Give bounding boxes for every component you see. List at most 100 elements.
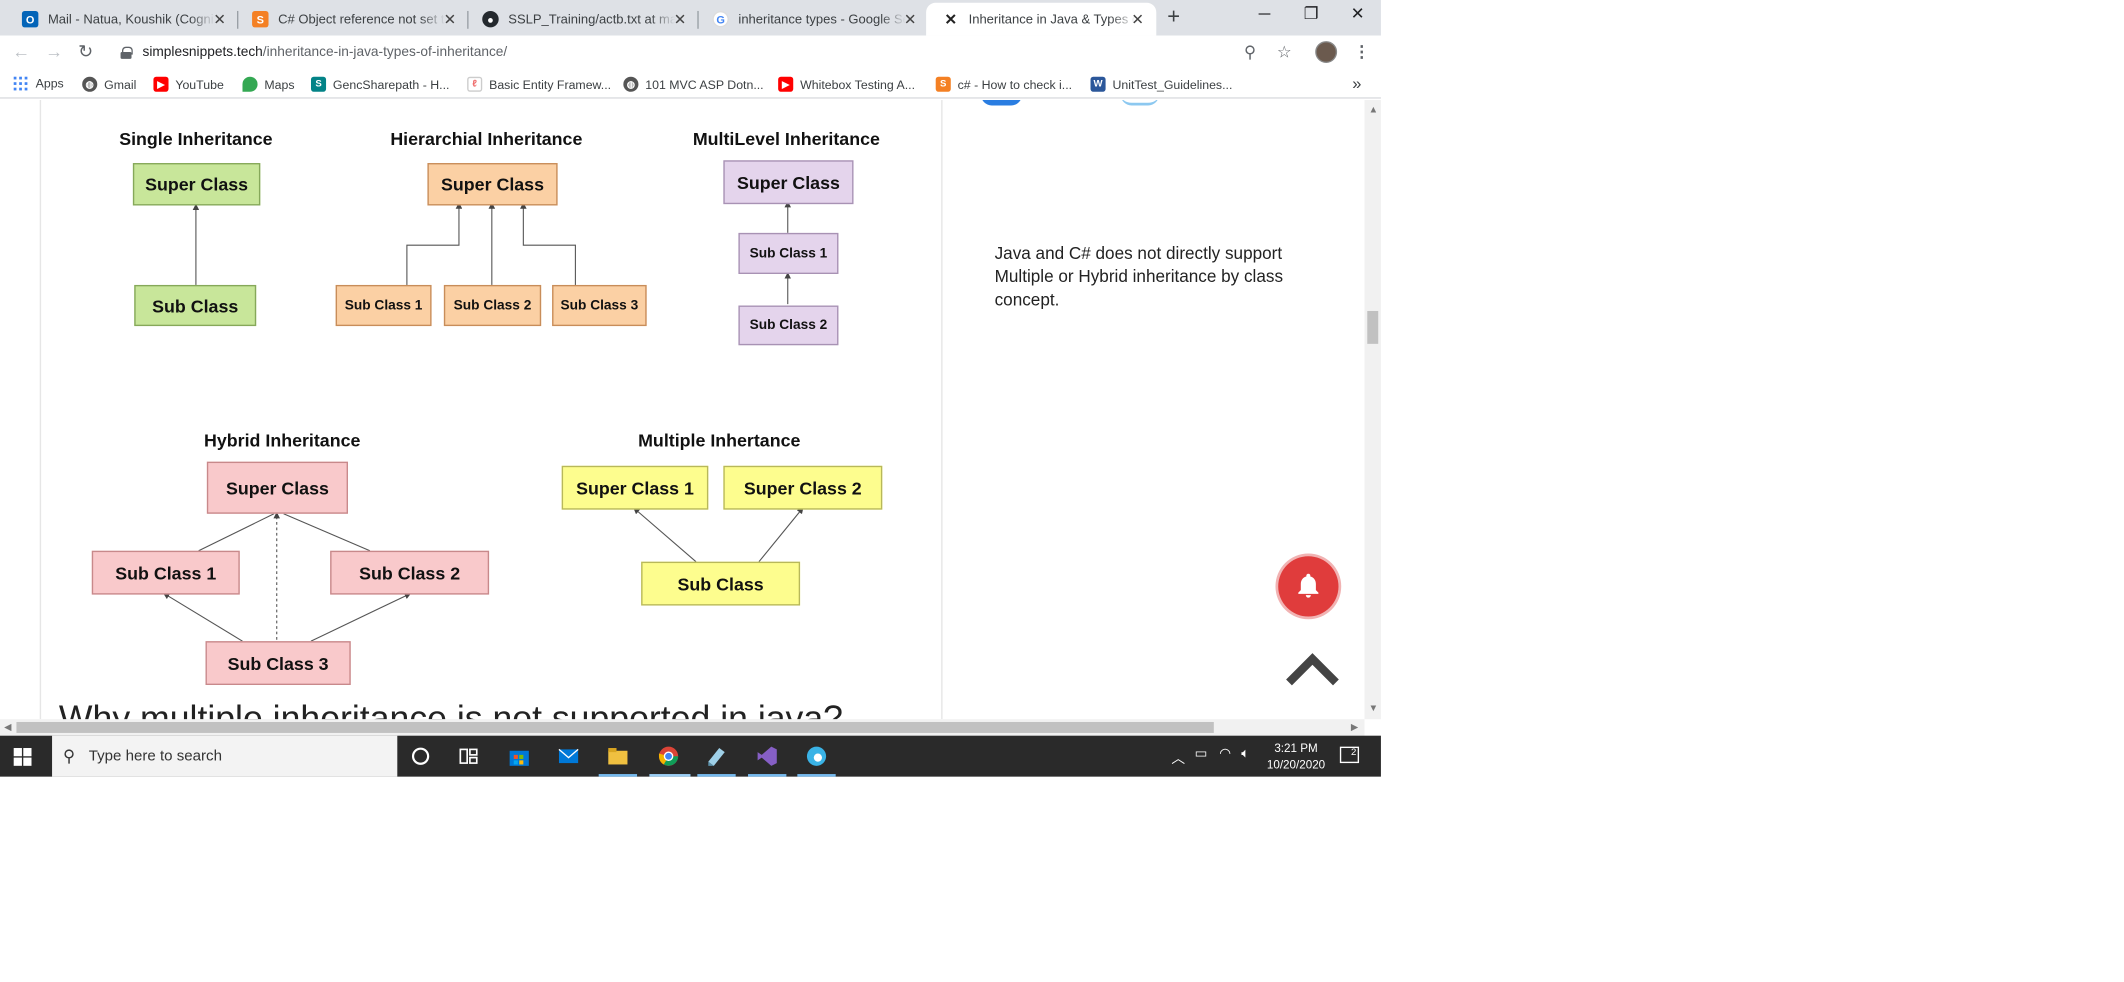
tab-github[interactable]: ● SSLP_Training/actb.txt at master ✕ (466, 3, 699, 36)
visual-studio-icon[interactable] (756, 745, 778, 767)
window-close-icon[interactable]: ✕ (1344, 4, 1371, 23)
site-icon: ℓ (467, 76, 483, 92)
bookmark-entity-framework[interactable]: ℓ Basic Entity Framew... (467, 76, 611, 92)
profile-avatar[interactable] (1315, 41, 1338, 64)
clock-time: 3:21 PM (1274, 741, 1318, 755)
task-view-icon[interactable] (458, 745, 480, 767)
store-icon[interactable] (508, 745, 530, 767)
tab-title: C# Object reference not set to (278, 11, 446, 27)
minimize-icon[interactable]: ─ (1251, 4, 1278, 23)
zoom-icon[interactable]: ⚲ (1244, 42, 1256, 61)
horizontal-scrollbar[interactable]: ◀ ▶ (0, 719, 1365, 736)
windows-start-icon[interactable] (13, 748, 32, 766)
scroll-down-arrow-icon[interactable]: ▼ (1369, 704, 1379, 714)
clock-date: 10/20/2020 (1266, 757, 1326, 772)
scroll-right-arrow-icon[interactable]: ▶ (1351, 722, 1358, 733)
inheritance-note: Java and C# does not directly support Mu… (994, 243, 1284, 310)
back-icon[interactable]: ← (12, 41, 30, 62)
bookmarks-bar: Apps ◍ Gmail ▶ YouTube Maps S GencSharep… (0, 71, 1381, 99)
show-hidden-icons-icon[interactable]: ︿ (1171, 747, 1185, 767)
notification-bell-button[interactable] (1278, 556, 1339, 617)
battery-icon[interactable]: ▭ (1195, 747, 1208, 762)
tab-stackoverflow[interactable]: S C# Object reference not set to ✕ (236, 3, 469, 36)
vertical-scroll-thumb[interactable] (1367, 310, 1379, 344)
restore-icon[interactable]: ❐ (1297, 4, 1324, 23)
close-icon[interactable]: ✕ (1131, 11, 1144, 29)
address-bar[interactable]: simplesnippets.tech/inheritance-in-java-… (109, 38, 1302, 68)
google-icon: G (712, 10, 729, 28)
windows-taskbar: ⚲ Type here to search ︿ ▭ ◠ 🔈︎ 3:21 PM 1… (0, 735, 1381, 777)
menu-icon[interactable]: ⋮ (1354, 42, 1370, 61)
bookmark-whitebox[interactable]: ▶ Whitebox Testing A... (778, 76, 915, 92)
taskbar-search-box[interactable]: ⚲ Type here to search (52, 735, 398, 777)
tab-inheritance-active[interactable]: ✕ Inheritance in Java & Types of ✕ (926, 2, 1157, 36)
tab-google[interactable]: G inheritance types - Google Search ✕ (696, 3, 929, 36)
bookmark-star-icon[interactable]: ☆ (1277, 42, 1292, 61)
multilevel-inheritance-title: MultiLevel Inheritance (692, 128, 880, 150)
bookmark-gmail[interactable]: ◍ Gmail (82, 76, 136, 92)
bookmark-unittest[interactable]: W UnitTest_Guidelines... (1090, 76, 1232, 92)
close-icon[interactable]: ✕ (444, 11, 457, 29)
single-inheritance-title: Single Inheritance (119, 128, 273, 150)
tab-title: SSLP_Training/actb.txt at master (508, 11, 675, 27)
forward-icon[interactable]: → (45, 41, 63, 62)
mail-icon[interactable] (558, 745, 580, 767)
tab-mail[interactable]: O Mail - Natua, Koushik (Cognizant) ✕ (5, 3, 239, 36)
multiple-super-class-2-box: Super Class 2 (723, 465, 883, 510)
bell-icon (1298, 573, 1319, 598)
hierarchical-super-class-box: Super Class (427, 163, 558, 206)
github-icon: ● (482, 10, 499, 28)
new-tab-button[interactable]: + (1167, 5, 1180, 30)
vertical-scrollbar[interactable]: ▲ ▼ (1364, 100, 1381, 720)
cortana-icon[interactable] (410, 745, 432, 767)
reload-icon[interactable]: ↻ (78, 41, 93, 63)
hierarchical-inheritance-title: Hierarchial Inheritance (390, 128, 583, 150)
chrome-icon[interactable] (658, 745, 680, 767)
action-center-icon[interactable]: 2 (1339, 746, 1360, 764)
scroll-up-arrow-icon[interactable]: ▲ (1369, 105, 1379, 115)
network-icon[interactable]: ◠ (1219, 747, 1231, 762)
more-bookmarks-icon[interactable]: » (1352, 74, 1361, 93)
hybrid-sub-class-2-box: Sub Class 2 (330, 550, 490, 595)
system-clock[interactable]: 3:21 PM 10/20/2020 (1258, 740, 1335, 773)
hierarchical-sub-class-3-box: Sub Class 3 (552, 284, 647, 327)
notes-app-icon[interactable] (706, 745, 728, 767)
volume-icon[interactable]: 🔈︎ (1241, 747, 1249, 762)
apps-icon (13, 76, 28, 91)
multilevel-sub-class-1-box: Sub Class 1 (738, 232, 839, 274)
multiple-inheritance-title: Multiple Inhertance (638, 430, 801, 451)
bookmark-youtube[interactable]: ▶ YouTube (153, 76, 224, 92)
close-icon[interactable]: ✕ (904, 11, 917, 29)
file-explorer-icon[interactable] (607, 745, 629, 767)
tab-title: Mail - Natua, Koushik (Cognizant) (47, 11, 215, 27)
scroll-left-arrow-icon[interactable]: ◀ (4, 722, 11, 733)
hierarchical-sub-class-1-box: Sub Class 1 (335, 284, 432, 327)
horizontal-scroll-thumb[interactable] (16, 721, 1214, 733)
close-icon[interactable]: ✕ (213, 11, 226, 29)
bookmark-maps[interactable]: Maps (242, 76, 295, 92)
decorative-shape (1120, 100, 1160, 106)
hybrid-sub-class-3-box: Sub Class 3 (205, 641, 351, 685)
browser-toolbar: ← → ↻ simplesnippets.tech/inheritance-in… (0, 35, 1381, 70)
multiple-sub-class-box: Sub Class (641, 561, 801, 606)
search-icon: ⚲ (63, 746, 76, 766)
hierarchical-sub-class-2-box: Sub Class 2 (443, 284, 542, 327)
edge-icon[interactable] (806, 745, 828, 767)
bookmark-apps[interactable]: Apps (13, 76, 64, 91)
url-path: /inheritance-in-java-types-of-inheritanc… (262, 45, 508, 61)
globe-icon: ◍ (82, 76, 98, 92)
bookmark-csharp-check[interactable]: S c# - How to check i... (935, 76, 1072, 92)
bookmark-gencsharepath[interactable]: S GencSharepath - H... (310, 76, 449, 92)
lock-icon (120, 46, 133, 59)
bookmark-mvc-asp[interactable]: ◍ 101 MVC ASP Dotn... (623, 76, 764, 92)
stackoverflow-icon: S (252, 10, 269, 28)
section-heading-partial: Why multiple inheritance is not supporte… (58, 697, 843, 720)
multilevel-super-class-box: Super Class (723, 160, 854, 205)
page-viewport: Single Inheritance Super Class Sub Class… (0, 100, 1365, 720)
hybrid-inheritance-title: Hybrid Inheritance (204, 430, 361, 451)
scroll-to-top-icon[interactable] (1285, 648, 1340, 686)
decorative-shape (980, 100, 1023, 106)
close-icon[interactable]: ✕ (674, 11, 687, 29)
tab-title: inheritance types - Google Search (738, 11, 905, 27)
url-host: simplesnippets.tech (142, 45, 263, 61)
